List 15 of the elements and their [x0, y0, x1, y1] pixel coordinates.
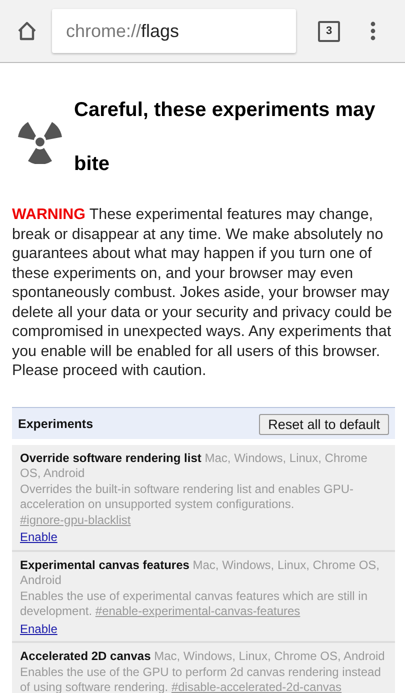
- reset-button[interactable]: Reset all to default: [259, 414, 389, 434]
- experiment-title: Override software rendering list Mac, Windows, Linux, Chrome OS, Android: [20, 450, 368, 482]
- menu-icon[interactable]: [370, 21, 376, 41]
- tab-count-button[interactable]: 3: [318, 20, 340, 42]
- warning-paragraph: WARNING These experimental features may change, break or disappear at any time. We make absolutely no guarantees about what may happen if you turn one of these experiments on, and your browser may even spontaneously combust. Jokes aside, your browser may delete all your data or your security and privacy could be compromised in unexpected ways. Any experiments that you enable will be enabled for all users of this browser. Please proceed with caution.: [12, 205, 393, 380]
- home-icon[interactable]: [16, 20, 38, 42]
- page-heading: Careful, these experiments may bite: [74, 98, 376, 177]
- enable-link[interactable]: Enable: [20, 622, 58, 637]
- experiment-title: Accelerated 2D canvas Mac, Windows, Linux, Chrome OS, Android: [20, 649, 386, 664]
- experiment-description: Overrides the built-in software rendering list and enables GPU-acceleration on unsupported system configurations. #ignore-gpu-blacklist: [20, 482, 354, 528]
- section-title: Experiments: [18, 417, 94, 431]
- address-field[interactable]: chrome://flags: [52, 9, 296, 53]
- experiment-title: Experimental canvas features Mac, Windows, Linux, Chrome OS, Android: [20, 558, 380, 588]
- experiment-description: Enables the use of experimental canvas features which are still in development. #enable-experimental-canvas-features: [20, 588, 369, 620]
- enable-link[interactable]: Enable: [20, 530, 58, 546]
